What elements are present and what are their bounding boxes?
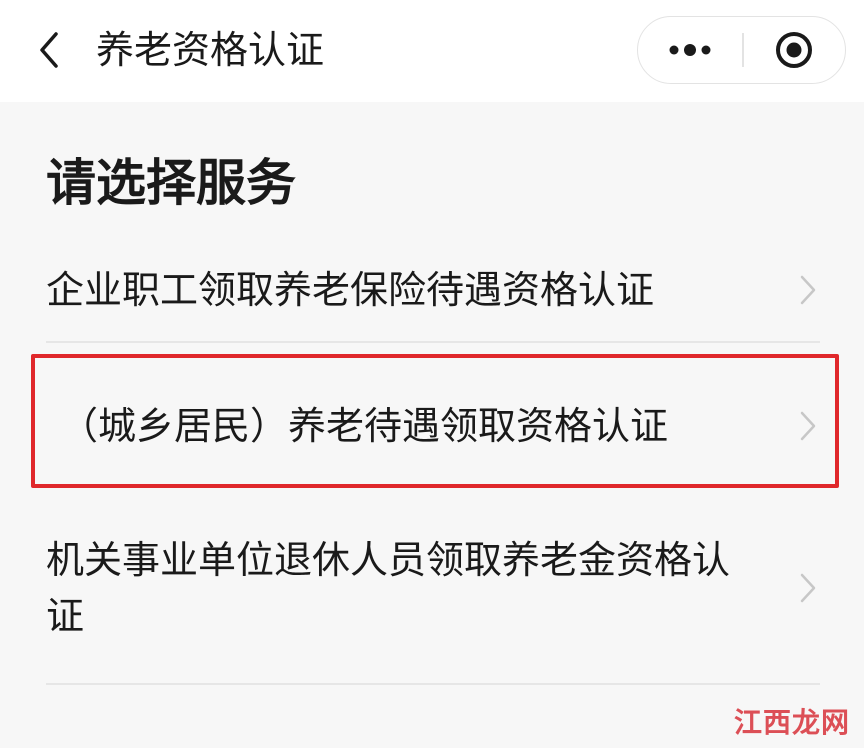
menu-capsule bbox=[637, 16, 846, 84]
back-button[interactable] bbox=[24, 22, 74, 78]
chevron-left-icon bbox=[40, 32, 58, 68]
service-item-urban-rural[interactable]: （城乡居民）养老待遇领取资格认证 bbox=[46, 394, 820, 458]
chevron-right-icon bbox=[796, 570, 820, 606]
close-button[interactable] bbox=[744, 17, 844, 82]
target-circle-icon bbox=[776, 31, 812, 68]
service-item-label: 机关事业单位退休人员领取养老金资格认证 bbox=[46, 538, 731, 638]
more-button[interactable] bbox=[638, 17, 742, 82]
navigation-bar: 养老资格认证 bbox=[0, 0, 864, 102]
more-dots-icon bbox=[669, 43, 711, 56]
list-divider bbox=[46, 683, 820, 685]
chevron-right-icon bbox=[796, 408, 820, 444]
list-divider bbox=[46, 341, 820, 343]
section-title: 请选择服务 bbox=[46, 154, 296, 212]
service-item-label: （城乡居民）养老待遇领取资格认证 bbox=[60, 404, 669, 448]
service-item-enterprise[interactable]: 企业职工领取养老保险待遇资格认证 bbox=[46, 258, 820, 322]
service-item-label: 企业职工领取养老保险待遇资格认证 bbox=[46, 268, 655, 312]
page-title: 养老资格认证 bbox=[96, 28, 325, 72]
page: 养老资格认证 请选择服务 企业职工领取养老保险待遇资格认证 （城乡居民）养老待遇… bbox=[0, 0, 864, 748]
chevron-right-icon bbox=[796, 272, 820, 308]
service-item-public-institution[interactable]: 机关事业单位退休人员领取养老金资格认证 bbox=[46, 532, 820, 644]
watermark: 江西龙网 bbox=[733, 706, 850, 739]
